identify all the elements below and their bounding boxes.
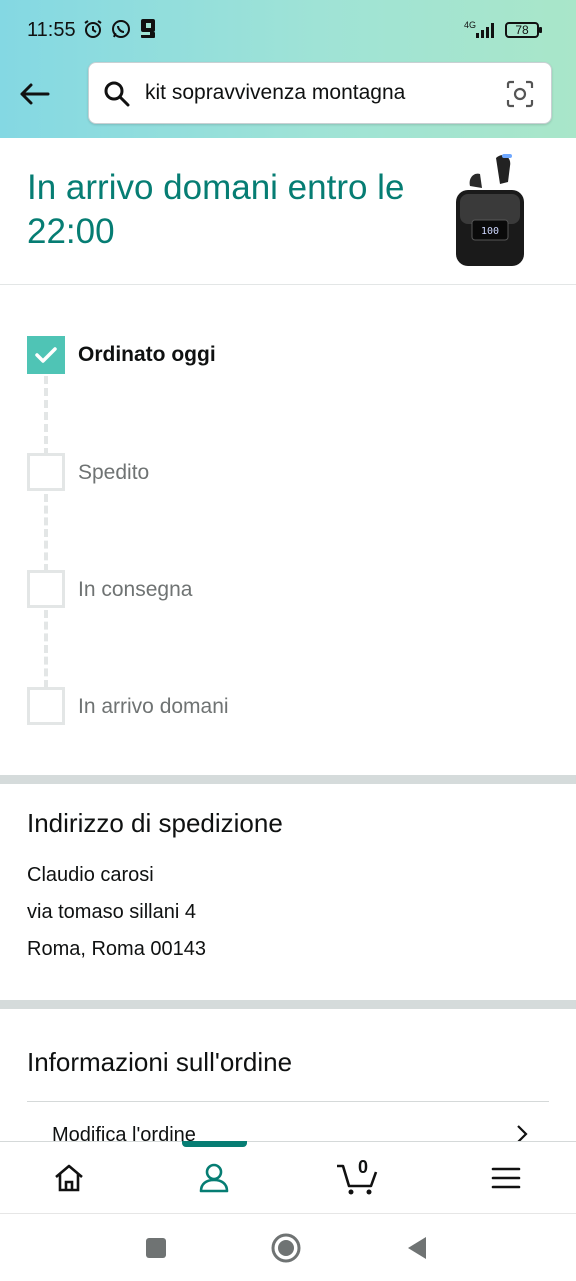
status-icons: [82, 18, 160, 40]
hamburger-menu-icon: [491, 1167, 521, 1189]
circle-icon: [271, 1233, 301, 1263]
user-icon: [199, 1163, 229, 1193]
list-divider: [27, 1101, 549, 1102]
back-system-button[interactable]: [400, 1232, 432, 1264]
step-checkbox: [27, 570, 65, 608]
app-g-icon: [138, 18, 160, 40]
step-label-ordered: Ordinato oggi: [78, 343, 216, 366]
nav-menu[interactable]: [482, 1156, 530, 1200]
step-checkbox: [27, 453, 65, 491]
tracking-connector: [44, 610, 48, 688]
network-type-label: 4G: [464, 20, 476, 30]
bottom-navigation: [0, 1141, 576, 1214]
back-button[interactable]: [14, 76, 54, 112]
status-bar: 11:55 4G 78: [0, 0, 576, 60]
product-thumbnail[interactable]: 100: [450, 148, 530, 268]
address-street: via tomaso sillani 4: [27, 901, 196, 923]
search-bar[interactable]: kit sopravvivenza montagna: [88, 62, 552, 124]
step-label-arriving: In arrivo domani: [78, 695, 229, 718]
triangle-back-icon: [408, 1237, 426, 1259]
nav-account[interactable]: [190, 1156, 238, 1200]
cart-count-badge: 0: [358, 1157, 369, 1177]
shipping-address-title: Indirizzo di spedizione: [27, 808, 283, 838]
step-label-shipped: Spedito: [78, 461, 150, 484]
header-bar: 11:55 4G 78 kit sopravvivenza montagna: [0, 0, 576, 138]
active-tab-indicator: [182, 1141, 247, 1147]
recents-button[interactable]: [140, 1232, 172, 1264]
system-navigation-bar: [0, 1213, 576, 1281]
camera-lens-icon[interactable]: [505, 79, 535, 109]
nav-home[interactable]: [45, 1156, 93, 1200]
checkmark-icon: [35, 347, 57, 363]
address-city: Roma, Roma 00143: [27, 938, 206, 960]
step-label-in-delivery: In consegna: [78, 578, 193, 601]
address-name: Claudio carosi: [27, 864, 154, 886]
section-separator: [0, 775, 576, 784]
back-arrow-icon: [20, 83, 50, 105]
status-time: 11:55: [27, 19, 76, 41]
section-divider: [0, 284, 576, 285]
alarm-icon: [82, 18, 104, 40]
home-icon: [55, 1164, 83, 1192]
section-separator: [0, 1000, 576, 1009]
whatsapp-icon: [110, 18, 132, 40]
search-icon: [104, 81, 130, 107]
search-query-text[interactable]: kit sopravvivenza montagna: [145, 81, 405, 105]
step-checkbox: [27, 687, 65, 725]
step-checkbox-done: [27, 336, 65, 374]
svg-text:100: 100: [481, 226, 499, 237]
delivery-title: In arrivo domani entro le 22:00: [27, 168, 405, 251]
tracking-connector: [44, 494, 48, 572]
home-system-button[interactable]: [270, 1232, 302, 1264]
battery-indicator: 78: [505, 22, 542, 38]
tracking-connector: [44, 376, 48, 456]
order-info-title: Informazioni sull'ordine: [27, 1047, 293, 1077]
signal-icon: 4G: [464, 20, 494, 38]
square-icon: [146, 1238, 166, 1258]
